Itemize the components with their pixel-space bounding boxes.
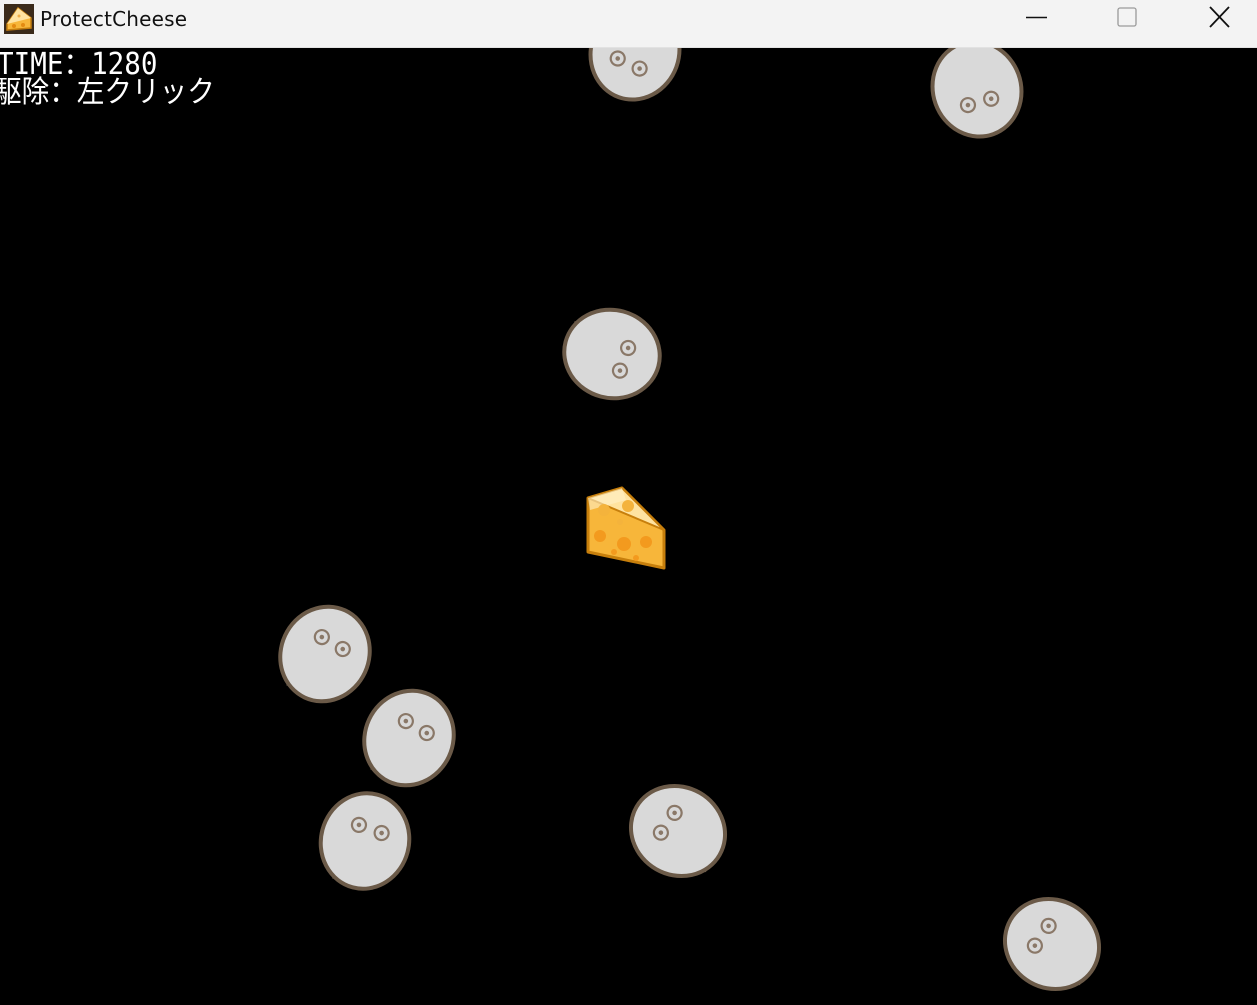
mouse-enemy[interactable] bbox=[912, 48, 1042, 148]
maximize-button[interactable] bbox=[1104, 0, 1150, 38]
mouse-enemy[interactable] bbox=[614, 772, 742, 890]
maximize-icon bbox=[1117, 7, 1137, 27]
mouse-enemy[interactable] bbox=[988, 884, 1116, 1004]
cheese-icon bbox=[4, 4, 34, 34]
mouse-enemy[interactable] bbox=[570, 48, 700, 108]
close-button[interactable] bbox=[1196, 0, 1242, 38]
title-bar[interactable]: ProtectCheese bbox=[0, 0, 1257, 48]
window-title: ProtectCheese bbox=[40, 7, 188, 31]
minimize-button[interactable] bbox=[1014, 0, 1060, 38]
mouse-enemy[interactable] bbox=[348, 680, 470, 796]
cheese-target bbox=[586, 486, 666, 570]
minimize-icon bbox=[1026, 16, 1047, 19]
game-window: ProtectCheese TIME：1280 駆除：左クリック bbox=[0, 0, 1257, 1005]
mouse-enemy[interactable] bbox=[304, 783, 426, 899]
close-icon bbox=[1209, 6, 1230, 28]
mouse-enemy[interactable] bbox=[546, 298, 678, 410]
control-hint: 駆除：左クリック bbox=[0, 75, 215, 110]
game-area[interactable]: TIME：1280 駆除：左クリック bbox=[0, 48, 1257, 1005]
